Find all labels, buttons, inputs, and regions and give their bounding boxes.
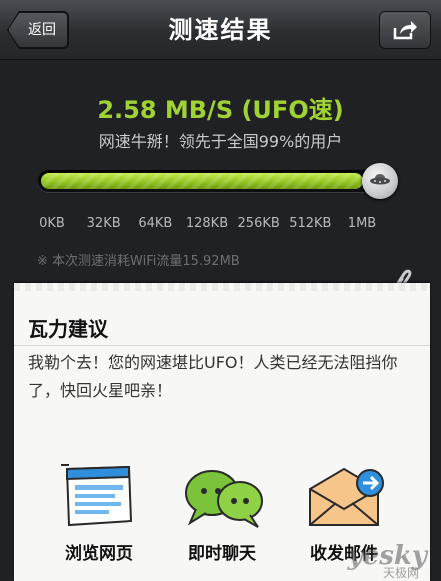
scale-tick-label: 128KB bbox=[185, 216, 229, 231]
action-chat[interactable]: 即时聊天 bbox=[167, 463, 277, 573]
watermark-subtext: 天极网 bbox=[382, 566, 419, 580]
speed-result: 2.58 MB/S (UFO速) bbox=[97, 96, 344, 124]
ranking-text: 网速牛掰！领先于全国99%的用户 bbox=[98, 132, 343, 151]
action-label: 浏览网页 bbox=[65, 544, 133, 564]
torn-paper-edge bbox=[14, 283, 430, 291]
card-divider bbox=[14, 345, 430, 346]
speed-scale: 0KB 32KB 64KB 128KB 256KB 512KB 1MB bbox=[0, 216, 441, 236]
share-icon bbox=[393, 21, 417, 40]
scale-tick-label: 32KB bbox=[86, 216, 121, 231]
mail-icon bbox=[309, 467, 384, 526]
data-usage-note: ※ 本次测速消耗WiFi流量15.92MB bbox=[37, 254, 240, 269]
nav-bar: 返回 测速结果 bbox=[0, 0, 441, 60]
scale-tick-label: 512KB bbox=[289, 216, 332, 231]
speed-progress-track bbox=[38, 170, 394, 192]
page-title: 测速结果 bbox=[168, 16, 273, 44]
browser-icon bbox=[61, 464, 133, 527]
action-browse[interactable]: 浏览网页 bbox=[44, 463, 154, 573]
suggestion-text: 我勒个去！您的网速堪比UFO！人类已经无法阻挡你了，快回火星吧亲！ bbox=[28, 353, 398, 400]
ufo-icon bbox=[370, 174, 390, 185]
speed-progress-fill bbox=[41, 173, 363, 189]
suggestion-card: 瓦力建议 我勒个去！您的网速堪比UFO！人类已经无法阻挡你了，快回火星吧亲！ 浏… bbox=[14, 283, 430, 581]
chat-bubbles-icon bbox=[185, 470, 263, 528]
share-button[interactable] bbox=[379, 11, 431, 49]
scale-tick-label: 0KB bbox=[39, 216, 65, 231]
scale-tick-label: 1MB bbox=[347, 216, 377, 231]
action-label: 即时聊天 bbox=[188, 544, 256, 564]
ufo-slider-knob bbox=[362, 163, 398, 199]
suggestion-title: 瓦力建议 bbox=[28, 317, 108, 341]
scale-tick-label: 256KB bbox=[237, 216, 280, 231]
scale-tick-label: 64KB bbox=[138, 216, 173, 231]
